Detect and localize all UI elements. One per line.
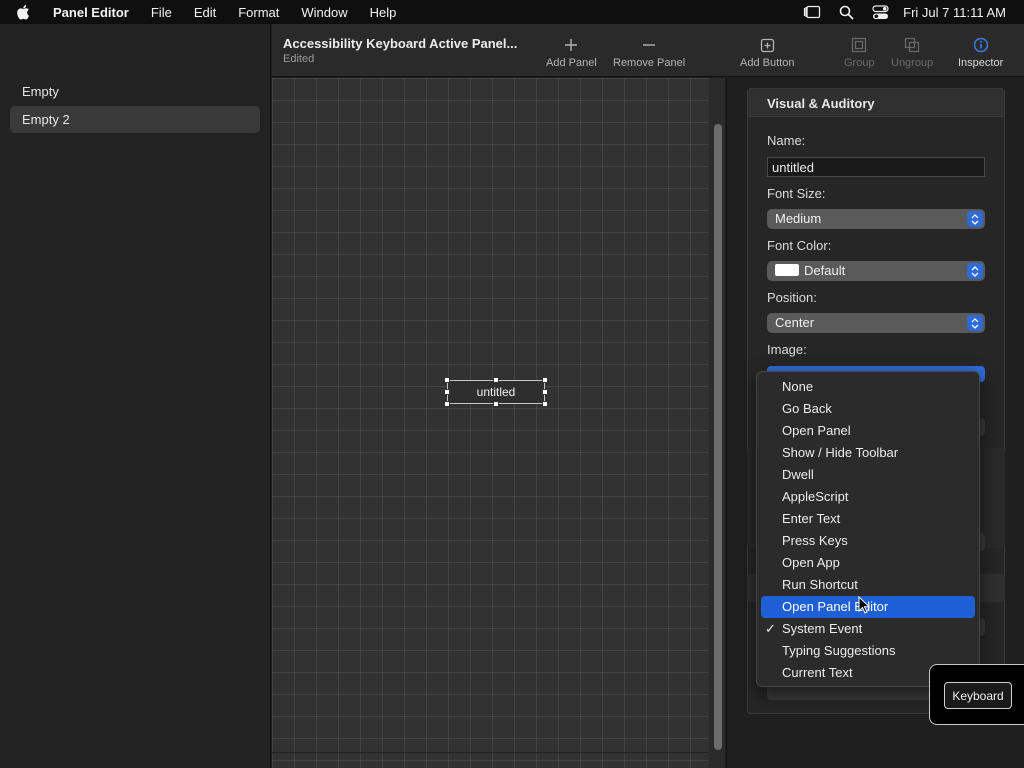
inspector-button[interactable]: Inspector bbox=[958, 33, 1003, 69]
menu-help[interactable]: Help bbox=[359, 5, 408, 20]
menu-item-label: Open App bbox=[782, 555, 840, 570]
menu-window[interactable]: Window bbox=[290, 5, 358, 20]
font-color-label: Font Color: bbox=[767, 238, 832, 253]
inspector-label: Inspector bbox=[958, 57, 1004, 69]
remove-panel-label: Remove Panel bbox=[613, 57, 686, 69]
menu-item-label: Typing Suggestions bbox=[782, 643, 896, 658]
canvas-vertical-scrollbar[interactable] bbox=[714, 124, 722, 750]
font-size-value: Medium bbox=[775, 211, 822, 226]
menu-bar: Panel Editor File Edit Format Window Hel… bbox=[0, 0, 1024, 24]
panel-canvas-grid[interactable]: untitled bbox=[272, 78, 709, 768]
stage-manager-icon[interactable] bbox=[795, 5, 829, 19]
name-label: Name: bbox=[767, 133, 806, 148]
menu-item-label: Go Back bbox=[782, 401, 832, 416]
apple-menu-icon[interactable] bbox=[0, 4, 46, 20]
section-header-visual-auditory[interactable]: Visual & Auditory bbox=[748, 89, 1004, 117]
menu-item-label: AppleScript bbox=[782, 489, 849, 504]
menu-format[interactable]: Format bbox=[227, 5, 290, 20]
resize-handle-bottom[interactable] bbox=[493, 401, 499, 407]
position-label: Position: bbox=[767, 290, 817, 305]
image-label: Image: bbox=[767, 342, 807, 357]
add-button-button[interactable]: Add Button bbox=[740, 33, 794, 69]
menu-item-label: Enter Text bbox=[782, 511, 841, 526]
menu-item-label: None bbox=[782, 379, 814, 394]
menu-item-go-back[interactable]: Go Back bbox=[761, 398, 975, 420]
panel-canvas-area: untitled bbox=[272, 78, 725, 768]
name-field[interactable]: untitled bbox=[767, 157, 985, 177]
menu-app-name[interactable]: Panel Editor bbox=[46, 5, 140, 20]
group-icon bbox=[851, 33, 867, 57]
ungroup-button[interactable]: Ungroup bbox=[891, 33, 933, 69]
group-button[interactable]: Group bbox=[844, 33, 875, 69]
remove-panel-button[interactable]: Remove Panel bbox=[613, 33, 685, 69]
font-size-label: Font Size: bbox=[767, 186, 826, 201]
resize-handle-top[interactable] bbox=[493, 377, 499, 383]
menu-item-enter-text[interactable]: Enter Text bbox=[761, 508, 975, 530]
ungroup-icon bbox=[904, 33, 920, 57]
menu-item-show-hide-toolbar[interactable]: Show / Hide Toolbar bbox=[761, 442, 975, 464]
panel-list-sidebar: Empty Empty 2 bbox=[0, 24, 271, 768]
resize-handle-left[interactable] bbox=[444, 389, 450, 395]
menu-clock[interactable]: Fri Jul 7 11:11 AM bbox=[897, 5, 1024, 20]
info-icon bbox=[973, 33, 989, 57]
document-status: Edited bbox=[283, 53, 315, 65]
menu-edit[interactable]: Edit bbox=[183, 5, 227, 20]
font-size-popup[interactable]: Medium bbox=[767, 209, 985, 229]
menu-item-label: Open Panel bbox=[782, 423, 851, 438]
add-button-label: Add Button bbox=[740, 57, 795, 69]
menu-item-label: Run Shortcut bbox=[782, 577, 858, 592]
group-label: Group bbox=[844, 57, 875, 69]
document-title: Accessibility Keyboard Active Panel... bbox=[283, 36, 518, 51]
menu-item-press-keys[interactable]: Press Keys bbox=[761, 530, 975, 552]
menu-item-label: Open Panel Editor bbox=[782, 599, 889, 614]
toolbar: Accessibility Keyboard Active Panel... E… bbox=[272, 24, 1024, 77]
color-swatch-icon bbox=[775, 264, 799, 276]
add-panel-button[interactable]: Add Panel bbox=[546, 33, 597, 69]
position-popup[interactable]: Center bbox=[767, 313, 985, 333]
plus-icon bbox=[564, 33, 578, 57]
canvas-divider bbox=[272, 752, 709, 753]
action-dropdown-menu: None Go Back Open Panel Show / Hide Tool… bbox=[756, 371, 980, 687]
sidebar-item-empty-2[interactable]: Empty 2 bbox=[10, 106, 260, 133]
popup-arrows-icon bbox=[967, 263, 983, 279]
menu-item-label: Show / Hide Toolbar bbox=[782, 445, 899, 460]
menu-item-open-app[interactable]: Open App bbox=[761, 552, 975, 574]
ungroup-label: Ungroup bbox=[891, 57, 934, 69]
resize-handle-bottom-right[interactable] bbox=[542, 401, 548, 407]
menu-item-label: System Event bbox=[782, 621, 863, 636]
minus-icon bbox=[642, 33, 656, 57]
menu-item-typing-suggestions[interactable]: Typing Suggestions bbox=[761, 640, 975, 662]
popup-arrows-icon bbox=[967, 315, 983, 331]
resize-handle-bottom-left[interactable] bbox=[444, 401, 450, 407]
spotlight-search-icon[interactable] bbox=[829, 5, 863, 20]
font-color-popup[interactable]: Default bbox=[767, 261, 985, 281]
menu-item-label: Dwell bbox=[782, 467, 814, 482]
menu-item-open-panel[interactable]: Open Panel bbox=[761, 420, 975, 442]
menu-item-dwell[interactable]: Dwell bbox=[761, 464, 975, 486]
menu-item-applescript[interactable]: AppleScript bbox=[761, 486, 975, 508]
resize-handle-right[interactable] bbox=[542, 389, 548, 395]
resize-handle-top-left[interactable] bbox=[444, 377, 450, 383]
menu-item-label: Press Keys bbox=[782, 533, 848, 548]
control-center-icon[interactable] bbox=[863, 4, 897, 20]
add-button-icon bbox=[760, 33, 775, 57]
position-value: Center bbox=[775, 315, 815, 330]
menu-item-system-event[interactable]: ✓ System Event bbox=[761, 618, 975, 640]
menu-item-run-shortcut[interactable]: Run Shortcut bbox=[761, 574, 975, 596]
popup-arrows-icon bbox=[967, 211, 983, 227]
sidebar-item-empty[interactable]: Empty bbox=[10, 78, 260, 105]
add-panel-label: Add Panel bbox=[546, 57, 597, 69]
checkmark-icon: ✓ bbox=[765, 621, 776, 636]
menu-item-none[interactable]: None bbox=[761, 376, 975, 398]
font-color-value: Default bbox=[804, 263, 846, 278]
accessibility-keyboard-window: Keyboard bbox=[929, 664, 1024, 725]
keyboard-button[interactable]: Keyboard bbox=[944, 682, 1012, 709]
menu-item-label: Current Text bbox=[782, 665, 853, 680]
resize-handle-top-right[interactable] bbox=[542, 377, 548, 383]
mouse-pointer-icon bbox=[858, 595, 871, 619]
menu-file[interactable]: File bbox=[140, 5, 183, 20]
